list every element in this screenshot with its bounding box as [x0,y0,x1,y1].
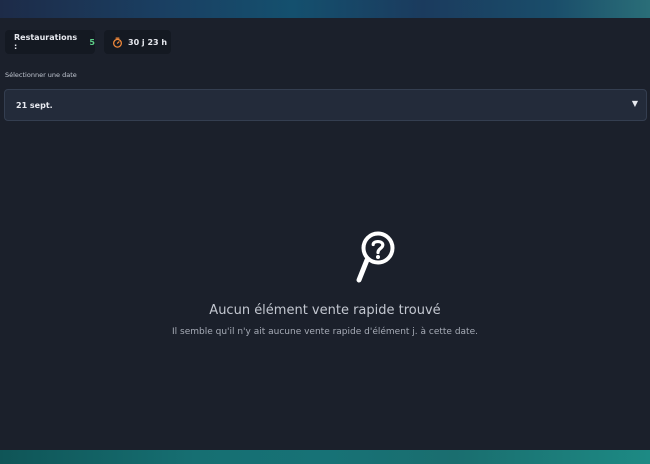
restaurations-counter: Restaurations : 5 [5,30,95,54]
date-select-value: 21 sept. [16,100,53,110]
stopwatch-icon [113,37,122,48]
top-gradient-band [0,0,650,18]
bottom-gradient-band [0,450,650,464]
restaurations-count: 5 [89,37,95,47]
search-question-icon [356,231,395,283]
quick-sale-panel: Restaurations : 5 30 j 23 h Sélectionner… [0,18,650,450]
empty-state-title: Aucun élément vente rapide trouvé [209,303,441,318]
date-select[interactable]: 21 sept. ▼ [4,89,647,121]
chevron-down-icon: ▼ [631,99,638,108]
date-select-label: Sélectionner une date [5,71,77,79]
restaurations-label: Restaurations : [14,33,78,51]
empty-state-subtitle: Il semble qu'il n'y ait aucune vente rap… [171,327,478,337]
timer-chip: 30 j 23 h [104,30,171,54]
timer-value: 30 j 23 h [128,37,168,47]
